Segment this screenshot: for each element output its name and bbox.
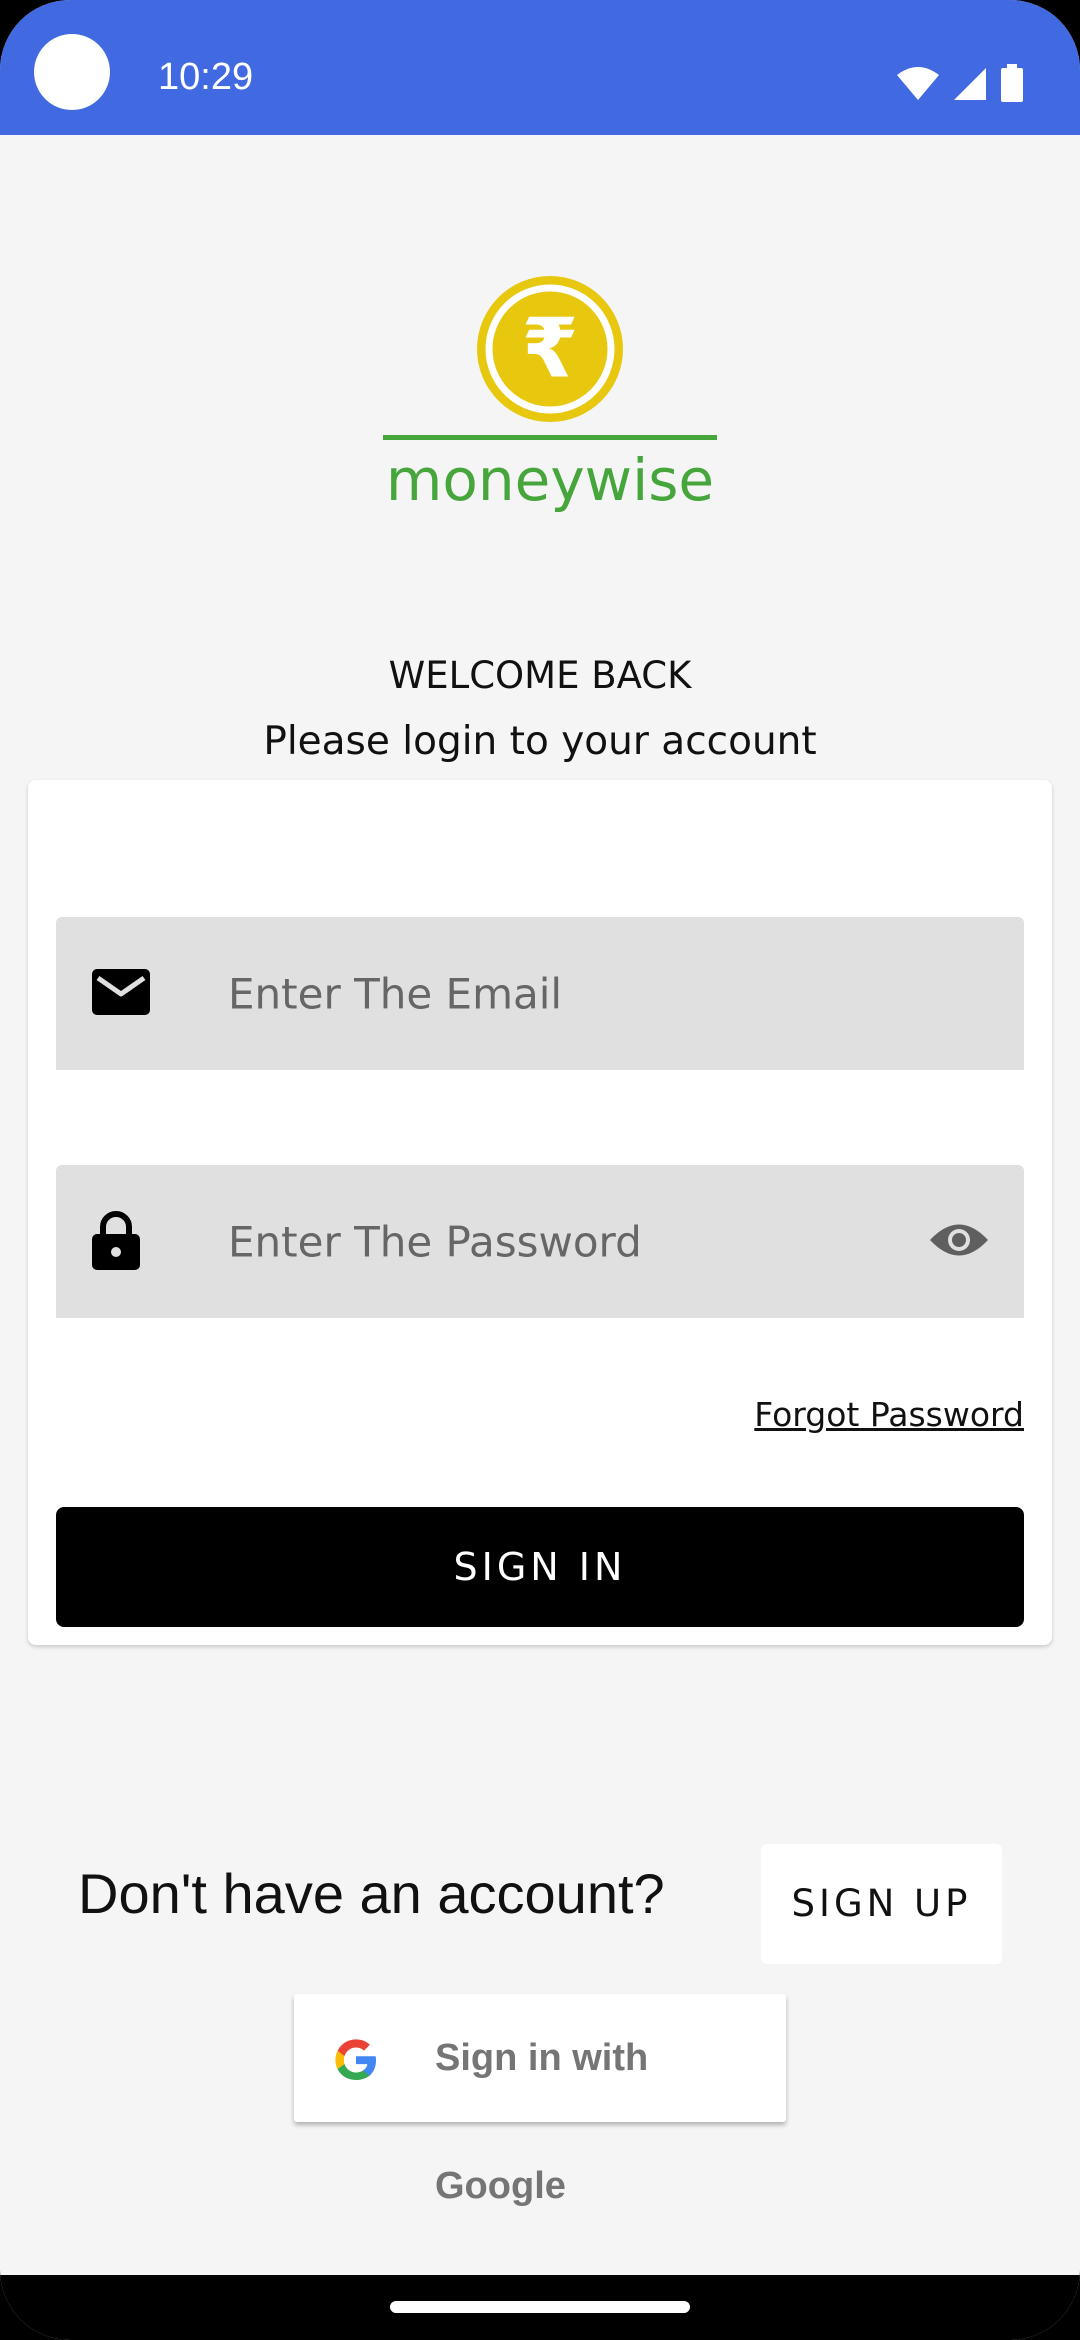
- welcome-heading: WELCOME BACK: [388, 654, 692, 697]
- battery-icon: [1001, 64, 1023, 102]
- google-sign-in-button[interactable]: Sign in with Google: [294, 1994, 786, 2207]
- status-time: 10:29: [158, 56, 254, 98]
- login-card: Enter The Email Enter The Password Forgo…: [28, 780, 1052, 1645]
- sign-up-button[interactable]: SIGN UP: [761, 1844, 1002, 1964]
- status-icons: [896, 62, 1024, 102]
- logo-text: moneywise: [386, 446, 714, 514]
- status-bar: 10:29: [0, 0, 1080, 135]
- login-subtitle: Please login to your account: [263, 719, 817, 764]
- email-field[interactable]: Enter The Email: [56, 917, 1024, 1070]
- moneywise-logo: ₹ moneywise: [380, 275, 720, 525]
- eye-icon[interactable]: [928, 1219, 990, 1265]
- rupee-symbol: ₹: [521, 302, 578, 397]
- google-sign-in-label: Sign in with Google: [435, 2037, 649, 2207]
- home-indicator[interactable]: [390, 2301, 690, 2313]
- password-placeholder: Enter The Password: [228, 1217, 642, 1266]
- mail-icon: [92, 968, 150, 1019]
- password-field[interactable]: Enter The Password: [56, 1165, 1024, 1318]
- camera-cutout: [34, 34, 110, 110]
- sign-in-button[interactable]: SIGN IN: [56, 1507, 1024, 1627]
- cellular-signal-icon: [954, 68, 986, 100]
- lock-icon: [92, 1210, 140, 1274]
- google-icon: [332, 2036, 380, 2088]
- forgot-password-link[interactable]: Forgot Password: [754, 1398, 1024, 1431]
- login-screen: 10:29 ₹ moneywise WELCOME BACK Please lo…: [0, 0, 1080, 2340]
- wifi-icon: [897, 67, 939, 100]
- no-account-text: Don't have an account?: [78, 1862, 665, 1925]
- email-placeholder: Enter The Email: [228, 969, 563, 1018]
